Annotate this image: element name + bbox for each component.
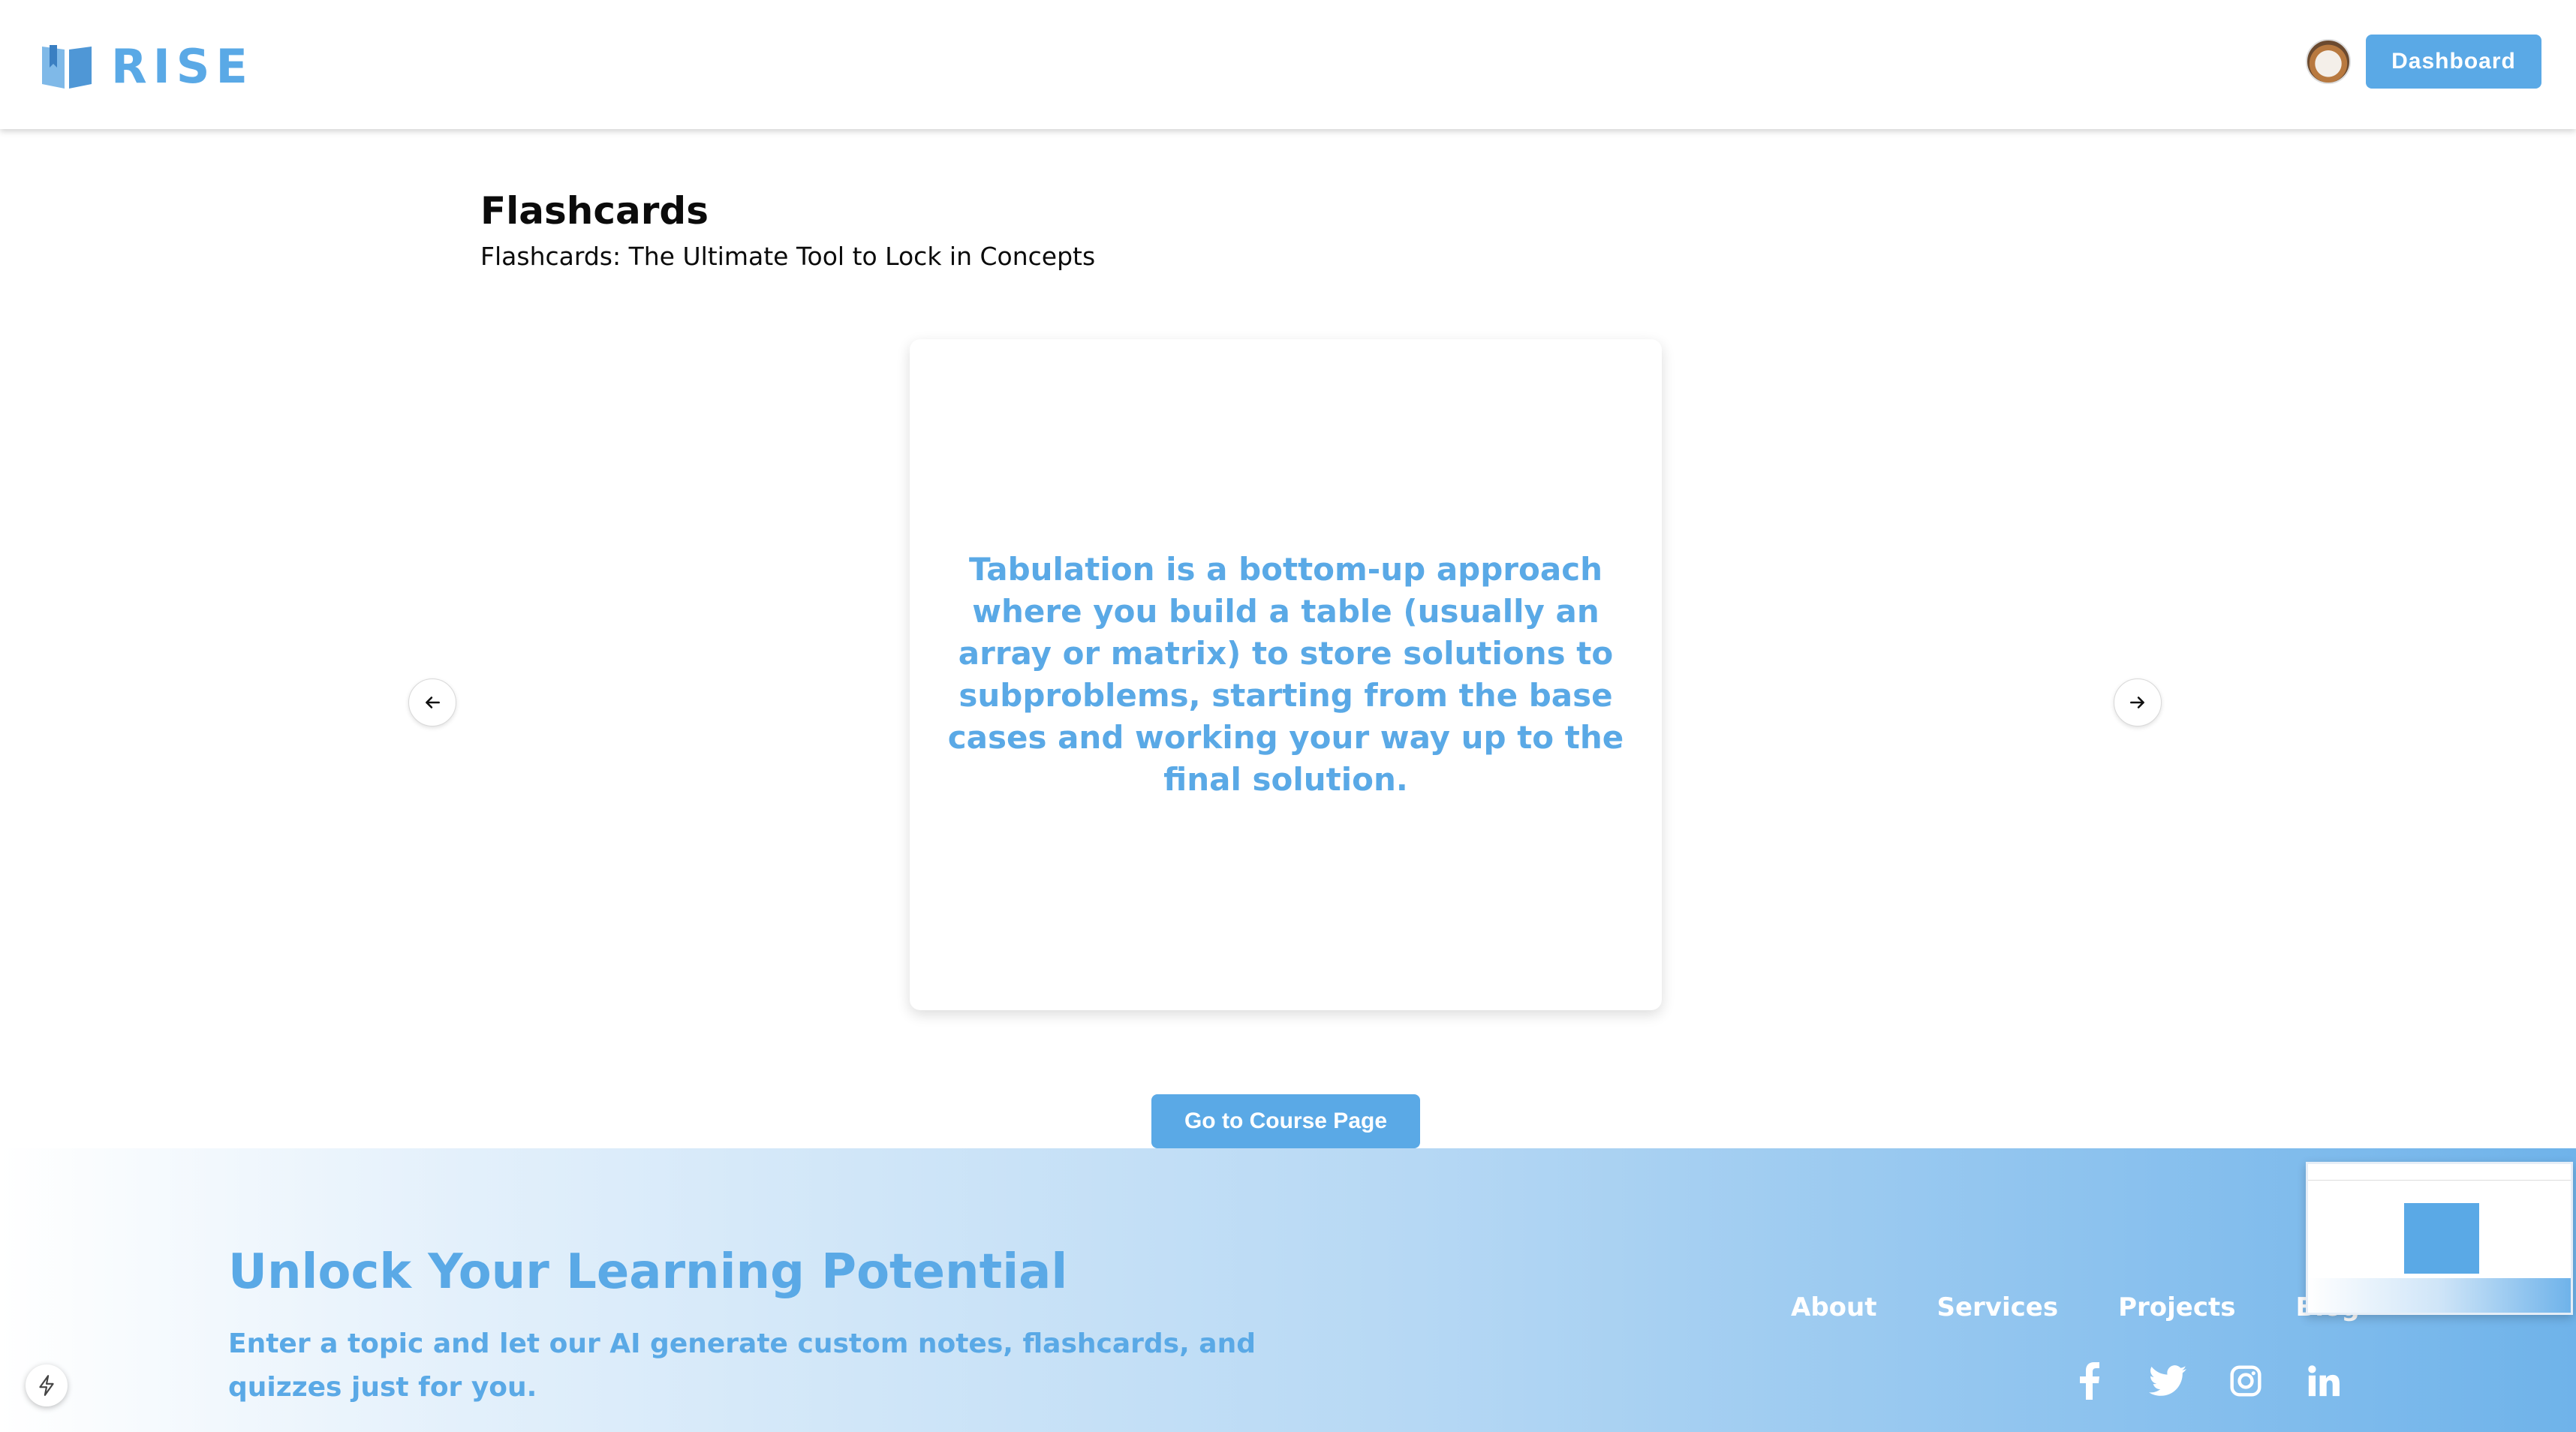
avatar[interactable] — [2306, 39, 2351, 84]
footer-link-about[interactable]: About — [1791, 1292, 1876, 1322]
top-navbar: RISE Dashboard — [0, 0, 2576, 129]
thumbnail-header — [2308, 1164, 2571, 1181]
page-title: Flashcards — [480, 189, 709, 233]
logo-text: RISE — [111, 39, 254, 94]
screenshot-preview-thumbnail[interactable] — [2306, 1162, 2573, 1315]
rise-logo[interactable]: RISE — [39, 39, 254, 94]
next-card-button[interactable] — [2114, 678, 2162, 727]
dashboard-button[interactable]: Dashboard — [2366, 35, 2541, 89]
flashcard[interactable]: Tabulation is a bottom-up approach where… — [910, 339, 1662, 1010]
footer-description: Enter a topic and let our AI generate cu… — [228, 1328, 1256, 1403]
footer-link-services[interactable]: Services — [1937, 1292, 2058, 1322]
instagram-icon[interactable] — [2226, 1361, 2265, 1400]
twitter-icon[interactable] — [2148, 1361, 2187, 1400]
book-icon — [42, 44, 92, 89]
facebook-icon[interactable] — [2070, 1361, 2109, 1400]
social-links — [2070, 1361, 2343, 1400]
footer-title: Unlock Your Learning Potential — [228, 1244, 1068, 1300]
go-to-course-button[interactable]: Go to Course Page — [1151, 1094, 1420, 1148]
previous-card-button[interactable] — [408, 678, 456, 727]
arrow-right-icon — [2130, 696, 2144, 708]
thumbnail-footer — [2308, 1278, 2571, 1313]
footer: Unlock Your Learning Potential Enter a t… — [0, 1148, 2576, 1432]
page-subtitle: Flashcards: The Ultimate Tool to Lock in… — [480, 242, 1096, 271]
footer-link-projects[interactable]: Projects — [2118, 1292, 2235, 1322]
linkedin-icon[interactable] — [2304, 1361, 2343, 1400]
flashcard-text: Tabulation is a bottom-up approach where… — [947, 551, 1624, 798]
arrow-left-icon — [426, 696, 440, 708]
footer-links: About Services Projects Blog — [1791, 1292, 2360, 1322]
bolt-icon — [39, 1375, 54, 1396]
thumbnail-card — [2404, 1203, 2479, 1274]
quick-action-button[interactable] — [26, 1364, 68, 1406]
